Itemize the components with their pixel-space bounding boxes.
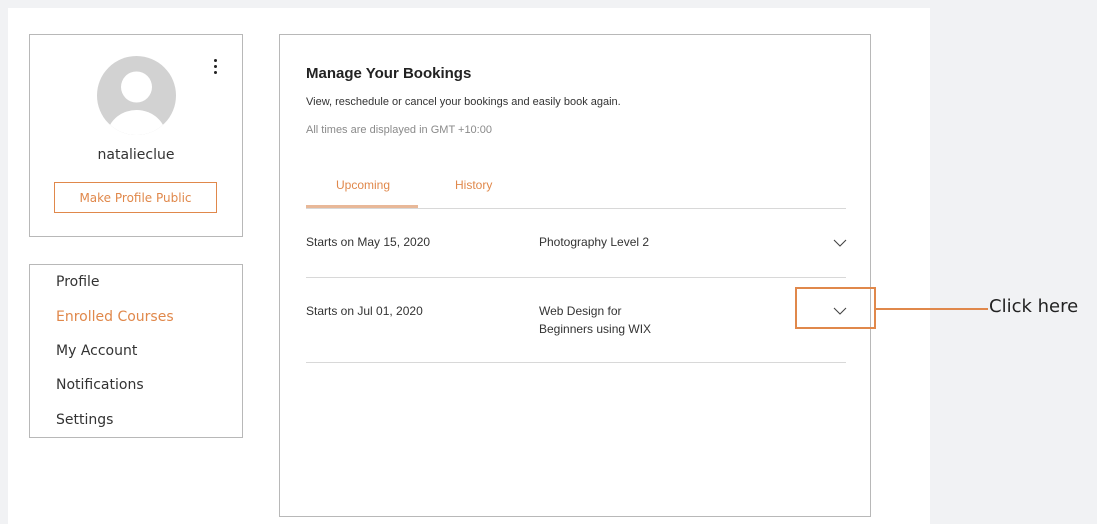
- username: natalieclue: [97, 147, 175, 163]
- menu-item-my-account[interactable]: My Account: [56, 343, 137, 359]
- tab-history[interactable]: History: [455, 178, 492, 192]
- callout-label: Click here: [989, 296, 1079, 317]
- menu-item-profile[interactable]: Profile: [56, 274, 100, 290]
- menu-item-enrolled-courses[interactable]: Enrolled Courses: [56, 309, 174, 325]
- booking-start-date: Starts on Jul 01, 2020: [306, 304, 423, 318]
- page-subtitle: View, reschedule or cancel your bookings…: [306, 96, 621, 108]
- make-profile-public-button[interactable]: Make Profile Public: [54, 182, 217, 213]
- tab-upcoming[interactable]: Upcoming: [336, 178, 390, 192]
- booking-start-date: Starts on May 15, 2020: [306, 235, 431, 249]
- page-title: Manage Your Bookings: [306, 65, 472, 82]
- chevron-down-icon[interactable]: [833, 239, 847, 247]
- course-title-line: Web Design for: [539, 304, 622, 318]
- course-title-line: Beginners using WIX: [539, 322, 652, 336]
- tabs-divider: [306, 208, 846, 209]
- timezone-note: All times are displayed in GMT +10:00: [306, 124, 492, 136]
- highlight-box: [795, 287, 876, 329]
- course-title-line: Photography Level 2: [539, 235, 650, 249]
- user-avatar-icon: [97, 56, 176, 135]
- menu-item-notifications[interactable]: Notifications: [56, 377, 144, 393]
- menu-item-settings[interactable]: Settings: [56, 412, 113, 428]
- booking-course-title: Web Design for Beginners using WIX: [539, 302, 651, 338]
- booking-course-title: Photography Level 2: [539, 233, 649, 251]
- row-divider: [306, 362, 846, 363]
- bookings-panel: Manage Your Bookings View, reschedule or…: [279, 34, 871, 517]
- more-vertical-icon[interactable]: [211, 59, 221, 75]
- side-menu: Profile Enrolled Courses My Account Noti…: [29, 264, 243, 438]
- row-divider: [306, 277, 846, 278]
- callout-line: [876, 308, 988, 310]
- profile-card: natalieclue Make Profile Public: [29, 34, 243, 237]
